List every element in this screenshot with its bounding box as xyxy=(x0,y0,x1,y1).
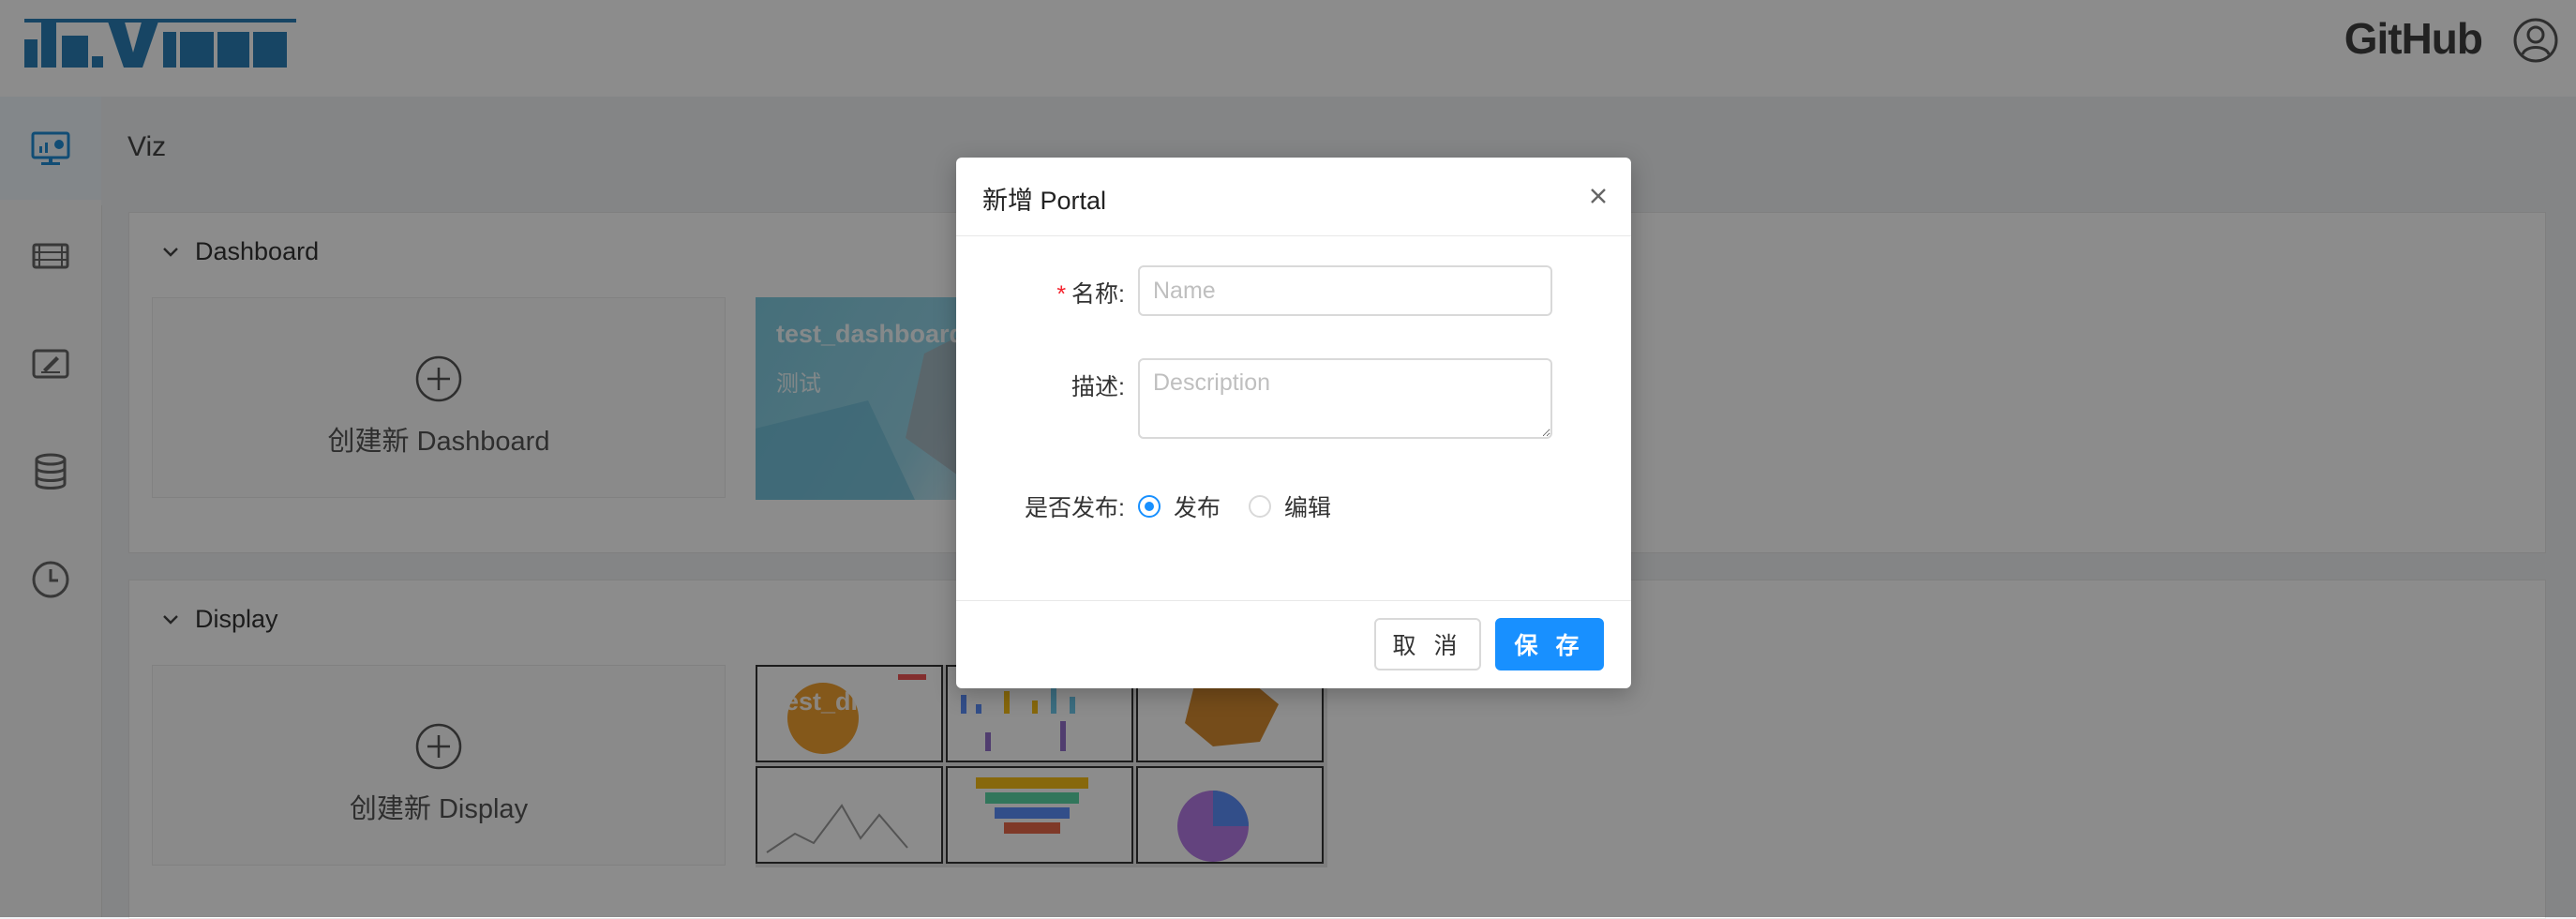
publish-label: 是否发布: xyxy=(1025,495,1125,521)
modal-footer: 取 消 保 存 xyxy=(956,600,1631,688)
publish-radio-option[interactable]: 发布 xyxy=(1138,490,1221,523)
publish-form-row: 是否发布: 发布 编辑 xyxy=(956,488,1631,525)
description-input[interactable] xyxy=(1138,358,1552,439)
name-label: * 名称: xyxy=(1056,281,1125,308)
modal-header: 新增 Portal xyxy=(956,158,1631,236)
modal-title: 新增 Portal xyxy=(982,187,1107,215)
publish-radio-group: 发布 编辑 xyxy=(1138,490,1359,523)
description-label: 描述: xyxy=(1071,374,1125,400)
description-form-row: 描述: xyxy=(956,358,1631,443)
close-icon[interactable] xyxy=(1586,184,1610,208)
edit-radio-option[interactable]: 编辑 xyxy=(1249,490,1331,523)
radio-checked-icon xyxy=(1138,495,1161,518)
publish-option-label: 发布 xyxy=(1174,495,1221,521)
required-asterisk: * xyxy=(1056,281,1067,308)
radio-unchecked-icon xyxy=(1249,495,1272,518)
edit-option-label: 编辑 xyxy=(1284,495,1332,521)
name-input[interactable] xyxy=(1138,265,1552,316)
add-portal-modal: 新增 Portal *名称: 描述: 是否发布: 发布 编辑 取 消 xyxy=(956,158,1631,688)
cancel-button[interactable]: 取 消 xyxy=(1374,618,1481,670)
name-form-row: * 名称: xyxy=(956,265,1631,322)
save-button[interactable]: 保 存 xyxy=(1495,618,1604,670)
